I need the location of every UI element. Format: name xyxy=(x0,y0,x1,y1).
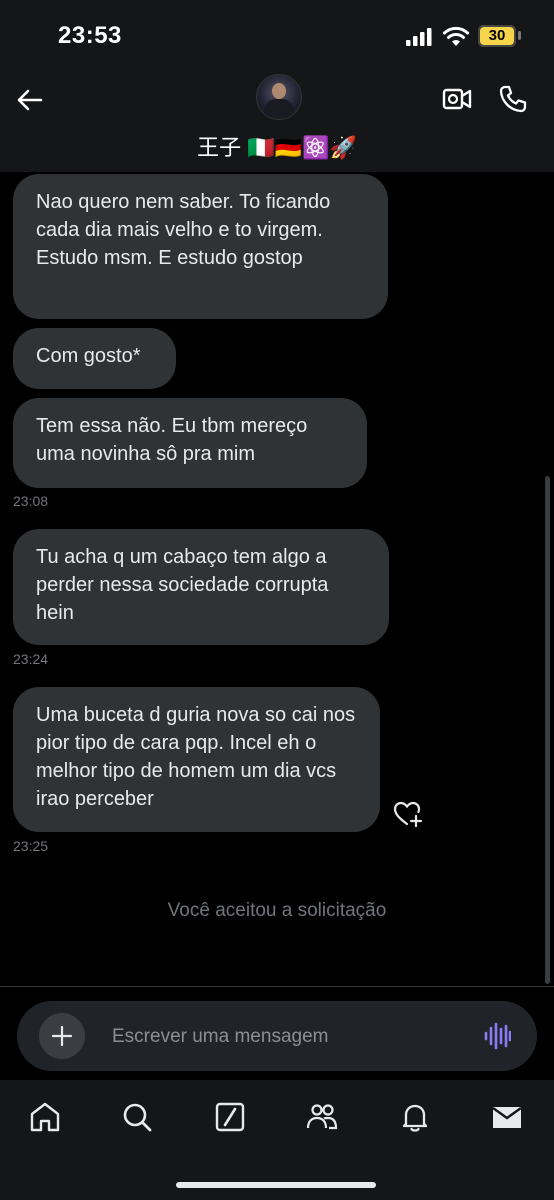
message-text: Tem essa não. Eu tbm mereço uma novinha … xyxy=(36,415,308,465)
wifi-icon xyxy=(443,26,469,46)
status-bar: 23:53 30 xyxy=(0,0,554,70)
back-arrow-icon[interactable] xyxy=(16,86,44,114)
status-time: 23:53 xyxy=(58,22,122,49)
search-icon[interactable] xyxy=(120,1100,154,1134)
message-bubble[interactable]: Uma buceta d guria nova so cai nos pior … xyxy=(13,687,380,832)
message-timestamp: 23:08 xyxy=(13,493,49,509)
message-bubble[interactable]: Nao quero nem saber. To ficando cada dia… xyxy=(13,174,388,319)
grok-icon[interactable] xyxy=(213,1100,247,1134)
bottom-tab-bar xyxy=(0,1080,554,1200)
message-list: Nao quero nem saber. To ficando cada dia… xyxy=(0,172,554,986)
cellular-signal-icon xyxy=(406,28,432,46)
message-text: Uma buceta d guria nova so cai nos pior … xyxy=(36,704,356,810)
message-bubble[interactable]: Tem essa não. Eu tbm mereço uma novinha … xyxy=(13,398,367,488)
composer xyxy=(17,1001,537,1071)
message-bubble[interactable]: Tu acha q um cabaço tem algo a perder ne… xyxy=(13,529,389,645)
plus-icon xyxy=(51,1025,73,1047)
scrollbar[interactable] xyxy=(545,476,550,984)
message-bubble[interactable]: Com gosto* xyxy=(13,328,176,389)
request-accepted-notice: Você aceitou a solicitação xyxy=(167,900,387,921)
conversation-header: 王子 🇮🇹🇩🇪⚛️🚀 xyxy=(0,70,554,172)
voice-message-icon[interactable] xyxy=(483,1022,511,1050)
contact-name[interactable]: 王子 🇮🇹🇩🇪⚛️🚀 xyxy=(0,130,554,162)
message-text: Tu acha q um cabaço tem algo a perder ne… xyxy=(36,546,329,624)
communities-icon[interactable] xyxy=(305,1100,339,1134)
add-media-button[interactable] xyxy=(39,1013,85,1059)
add-reaction-icon[interactable] xyxy=(393,800,423,828)
battery-tip xyxy=(518,31,521,40)
home-icon[interactable] xyxy=(28,1100,62,1134)
avatar-body xyxy=(264,99,294,119)
message-input[interactable] xyxy=(110,1021,464,1053)
notifications-icon[interactable] xyxy=(398,1100,432,1134)
message-text: Nao quero nem saber. To ficando cada dia… xyxy=(36,191,331,269)
messages-icon[interactable] xyxy=(490,1100,524,1134)
battery-indicator: 30 xyxy=(478,25,516,47)
message-text: Com gosto* xyxy=(36,345,141,367)
contact-avatar[interactable] xyxy=(256,74,302,120)
avatar-head xyxy=(272,83,286,99)
home-indicator[interactable] xyxy=(176,1182,376,1188)
composer-area xyxy=(0,986,554,1081)
message-timestamp: 23:24 xyxy=(13,651,49,667)
video-call-icon[interactable] xyxy=(442,86,472,112)
phone-call-icon[interactable] xyxy=(498,84,528,114)
message-timestamp: 23:25 xyxy=(13,838,49,854)
